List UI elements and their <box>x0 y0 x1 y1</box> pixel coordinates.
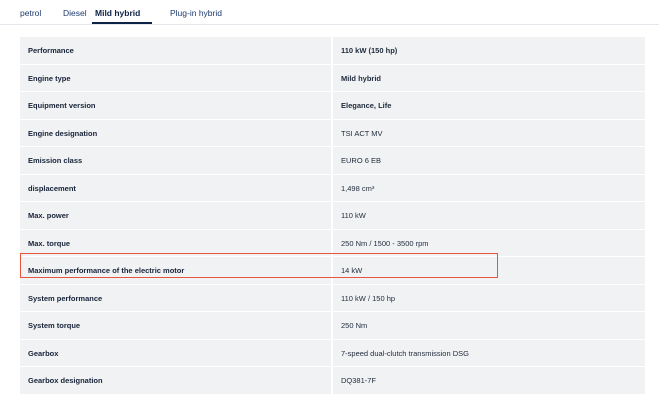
table-row: Engine designation TSI ACT MV <box>20 118 645 146</box>
tab-mild-hybrid[interactable]: Mild hybrid <box>95 8 140 18</box>
spec-label-cell: Engine designation <box>20 119 331 146</box>
spec-label: Max. power <box>28 211 69 220</box>
spec-label-cell: System torque <box>20 312 331 339</box>
spec-label-cell: System performance <box>20 284 331 311</box>
tab-diesel[interactable]: Diesel <box>63 8 87 18</box>
spec-value-cell: Mild hybrid <box>333 64 645 91</box>
spec-value-cell: 110 kW (150 hp) <box>333 37 645 64</box>
spec-value-cell: Elegance, Life <box>333 92 645 119</box>
spec-value: 110 kW (150 hp) <box>341 46 398 55</box>
spec-label: Performance <box>28 46 74 55</box>
spec-value: Elegance, Life <box>341 101 392 110</box>
table-row: Gearbox 7-speed dual-clutch transmission … <box>20 338 645 366</box>
active-tab-indicator <box>92 22 152 24</box>
spec-label-cell: Emission class <box>20 147 331 174</box>
spec-label: System torque <box>28 321 81 330</box>
spec-value: EURO 6 EB <box>341 156 382 165</box>
spec-value-cell: 250 Nm / 1500 - 3500 rpm <box>333 229 645 256</box>
spec-value: 7-speed dual-clutch transmission DSG <box>341 348 469 358</box>
spec-label-cell: Equipment version <box>20 92 331 119</box>
table-row: System performance 110 kW / 150 hp <box>20 283 645 311</box>
spec-value-cell: TSI ACT MV <box>333 119 645 146</box>
spec-label: Equipment version <box>28 101 96 110</box>
spec-label: Engine type <box>28 73 71 83</box>
spec-label: Emission class <box>28 156 83 165</box>
spec-value: 250 Nm / 1500 - 3500 rpm <box>341 238 429 248</box>
spec-label: Max. torque <box>28 238 71 248</box>
spec-value-cell: 14 kW <box>333 257 645 284</box>
table-row: System torque 250 Nm <box>20 311 645 339</box>
spec-value: 14 kW <box>341 266 363 275</box>
spec-label-cell: Max. torque <box>20 229 331 256</box>
table-row: Performance 110 kW (150 hp) <box>20 37 645 64</box>
tab-plug-in-hybrid[interactable]: Plug-in hybrid <box>170 8 222 18</box>
table-row: Equipment version Elegance, Life <box>20 91 645 119</box>
spec-value: 110 kW / 150 hp <box>341 293 396 303</box>
spec-value-cell: 250 Nm <box>333 312 645 339</box>
spec-value-cell: 7-speed dual-clutch transmission DSG <box>333 339 645 366</box>
spec-value: 1,498 cm³ <box>341 183 375 193</box>
spec-value: 250 Nm <box>341 321 368 330</box>
table-row: displacement 1,498 cm³ <box>20 173 645 201</box>
table-row: Max. torque 250 Nm / 1500 - 3500 rpm <box>20 228 645 256</box>
spec-value-cell: 110 kW / 150 hp <box>333 284 645 311</box>
spec-value: DQ381-7F <box>341 376 377 385</box>
spec-label-cell: displacement <box>20 174 331 201</box>
table-row: Max. power 110 kW <box>20 201 645 229</box>
spec-value-cell: 110 kW <box>333 202 645 229</box>
tab-petrol[interactable]: petrol <box>20 8 41 18</box>
spec-label-cell: Engine type <box>20 64 331 91</box>
spec-label-cell: Maximum performance of the electric moto… <box>20 257 331 284</box>
spec-label: Engine designation <box>28 128 98 138</box>
spec-label: displacement <box>28 183 76 193</box>
specifications-table: Performance 110 kW (150 hp) Engine type Mil… <box>20 37 645 394</box>
spec-label: Gearbox <box>28 348 59 358</box>
spec-label: Maximum performance of the electric moto… <box>28 266 185 275</box>
fuel-type-tabs: petrol Diesel Mild hybrid Plug-in hybrid <box>0 0 659 25</box>
spec-label: System performance <box>28 293 103 303</box>
table-row: Maximum performance of the electric moto… <box>20 256 645 284</box>
spec-value: Mild hybrid <box>341 73 381 83</box>
table-row: Gearbox designation DQ381-7F <box>20 366 645 394</box>
table-row: Engine type Mild hybrid <box>20 63 645 91</box>
spec-label: Gearbox designation <box>28 376 103 385</box>
spec-value: TSI ACT MV <box>341 128 383 138</box>
spec-value-cell: DQ381-7F <box>333 367 645 394</box>
spec-label-cell: Gearbox <box>20 339 331 366</box>
table-row: Emission class EURO 6 EB <box>20 146 645 174</box>
spec-label-cell: Gearbox designation <box>20 367 331 394</box>
spec-label-cell: Performance <box>20 37 331 64</box>
spec-value-cell: 1,498 cm³ <box>333 174 645 201</box>
spec-value-cell: EURO 6 EB <box>333 147 645 174</box>
spec-value: 110 kW <box>341 211 366 220</box>
spec-label-cell: Max. power <box>20 202 331 229</box>
